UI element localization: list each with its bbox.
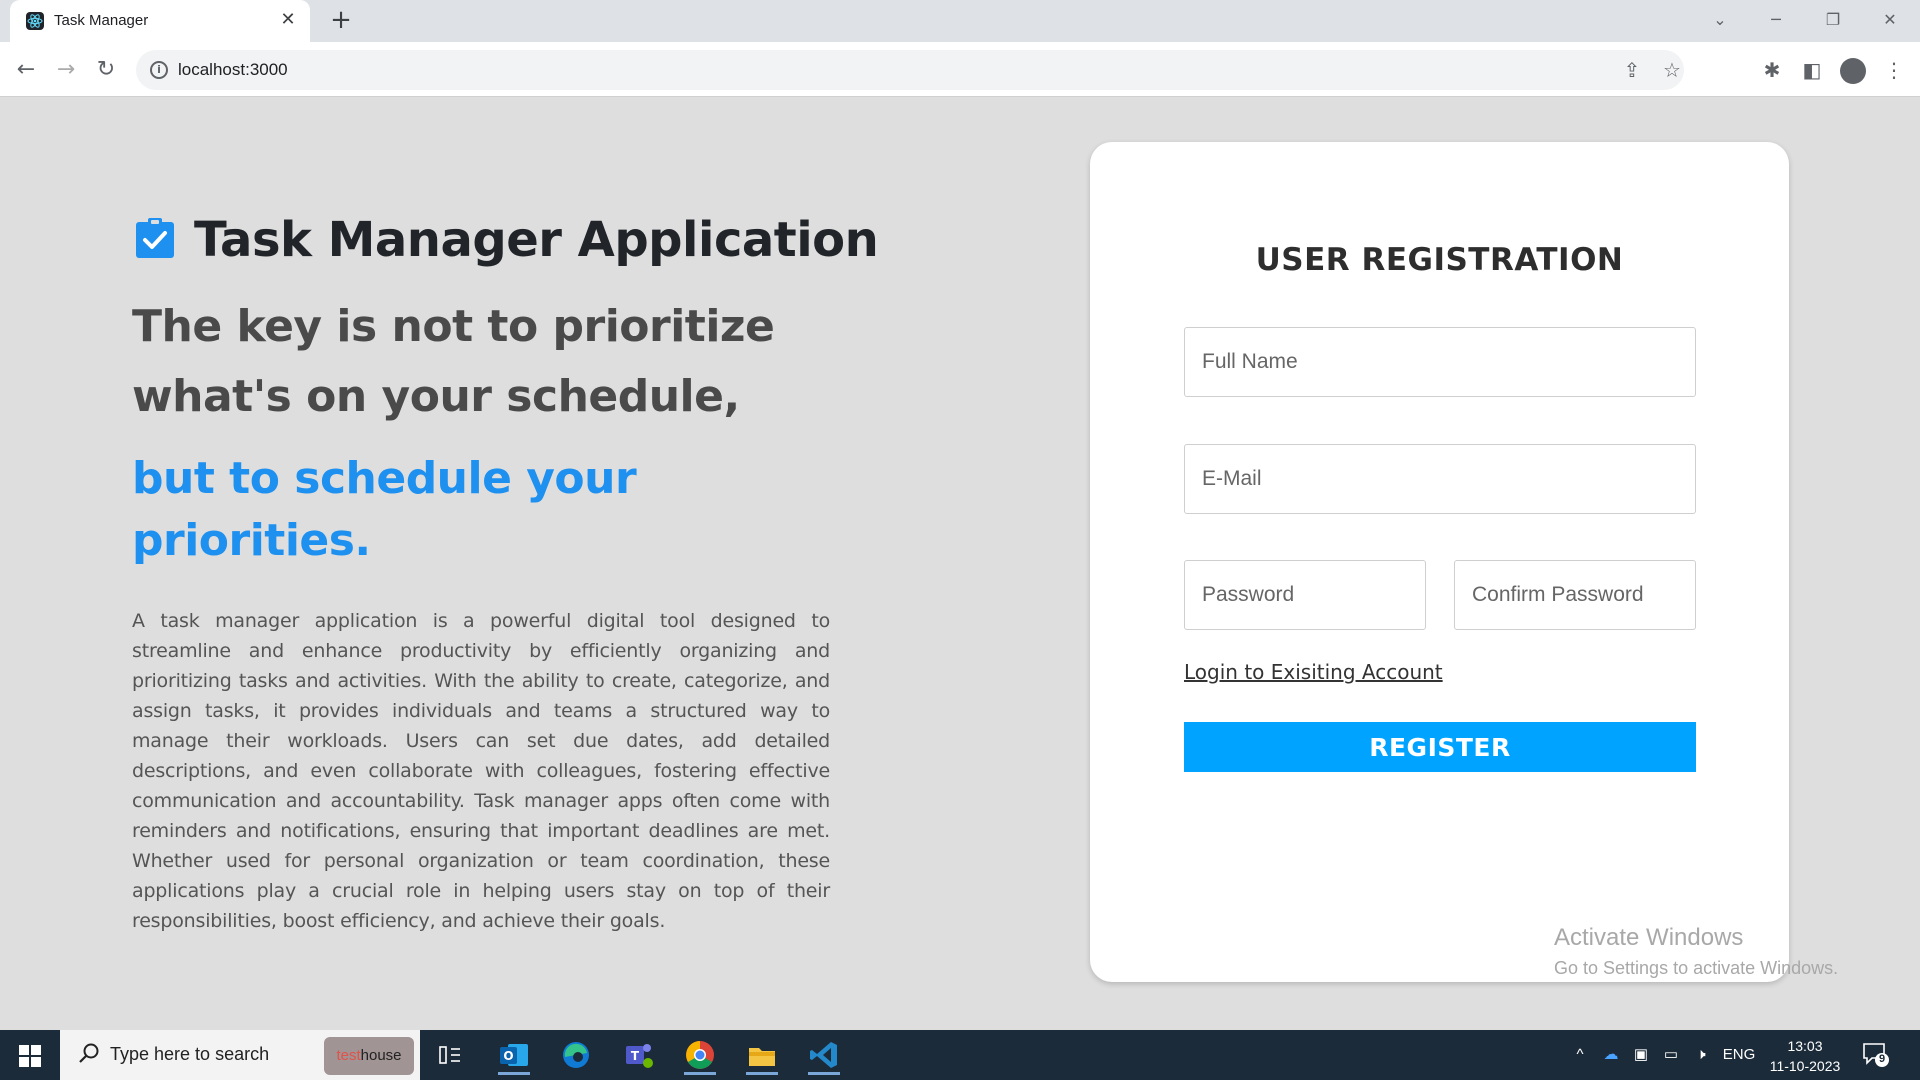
badge-text-a: test	[336, 1047, 361, 1064]
outlook-icon[interactable]: O	[494, 1035, 534, 1075]
notification-count: 9	[1878, 1053, 1886, 1065]
browser-toolbar: ← → ↻ i localhost:3000 ⇪ ☆ ✱ ◧ ⋮	[0, 42, 1920, 97]
browser-tab-bar: Task Manager ✕ + ⌄ ─ ❐ ✕	[0, 0, 1920, 42]
explorer-active-indicator	[746, 1072, 778, 1075]
browser-tab[interactable]: Task Manager ✕	[10, 0, 310, 42]
quote-line-1: The key is not to prioritize what's on y…	[132, 301, 775, 422]
app-title: Task Manager Application	[194, 212, 879, 268]
app-title-row: Task Manager Application	[132, 204, 879, 274]
extensions-puzzle-icon[interactable]: ✱	[1756, 54, 1788, 86]
url-text[interactable]: localhost:3000	[178, 60, 288, 80]
clipboard-check-icon	[136, 218, 174, 258]
app-description: A task manager application is a powerful…	[132, 610, 830, 932]
display-icon[interactable]: ▣	[1628, 1030, 1654, 1080]
bookmark-star-icon[interactable]: ☆	[1658, 56, 1686, 84]
vscode-icon[interactable]	[804, 1035, 844, 1075]
address-bar[interactable]: i localhost:3000 ⇪ ☆	[136, 50, 1684, 90]
password-input[interactable]	[1184, 560, 1426, 630]
full-name-input[interactable]	[1184, 327, 1696, 397]
chrome-icon[interactable]	[680, 1035, 720, 1075]
activate-windows-subtitle: Go to Settings to activate Windows.	[1554, 958, 1839, 978]
registration-title: USER REGISTRATION	[1255, 242, 1624, 278]
chrome-active-indicator	[684, 1072, 716, 1075]
task-view-icon[interactable]	[430, 1035, 470, 1075]
badge-text-b: house	[360, 1047, 402, 1064]
forward-arrow-icon[interactable]: →	[50, 54, 82, 86]
page-body: Task Manager Application The key is not …	[0, 98, 1920, 1030]
notification-center-icon[interactable]: 9	[1862, 1042, 1890, 1068]
teams-icon[interactable]: T	[618, 1035, 658, 1075]
onedrive-cloud-icon[interactable]: ☁	[1598, 1030, 1624, 1080]
register-button[interactable]: REGISTER	[1184, 722, 1696, 772]
volume-muted-icon[interactable]: 🕨	[1688, 1030, 1714, 1080]
svg-text:T: T	[631, 1049, 640, 1063]
quote-line-2: but to schedule your priorities.	[132, 453, 637, 566]
restore-icon[interactable]: ❐	[1813, 6, 1853, 34]
react-favicon-icon	[26, 12, 44, 30]
outlook-active-indicator	[498, 1072, 530, 1075]
windows-taskbar: Type here to search testhouse O T ^ ☁ ▣ …	[0, 1030, 1920, 1080]
intro-section: Task Manager Application The key is not …	[132, 204, 879, 936]
search-icon	[79, 1043, 99, 1063]
clock-time: 13:03	[1787, 1038, 1823, 1054]
search-highlight-badge[interactable]: testhouse	[324, 1037, 414, 1075]
back-arrow-icon[interactable]: ←	[10, 54, 42, 86]
share-icon[interactable]: ⇪	[1618, 56, 1646, 84]
language-indicator[interactable]: ENG	[1722, 1030, 1756, 1080]
close-window-icon[interactable]: ✕	[1870, 6, 1910, 34]
menu-kebab-icon[interactable]: ⋮	[1878, 54, 1910, 86]
side-panel-icon[interactable]: ◧	[1796, 54, 1828, 86]
reload-icon[interactable]: ↻	[90, 54, 122, 86]
clock-date: 11-10-2023	[1769, 1058, 1841, 1074]
vscode-active-indicator	[808, 1072, 840, 1075]
tab-title: Task Manager	[54, 12, 149, 29]
confirm-password-input[interactable]	[1454, 560, 1696, 630]
search-placeholder: Type here to search	[110, 1044, 270, 1064]
battery-icon[interactable]: ▭	[1658, 1030, 1684, 1080]
activate-windows-title: Activate Windows	[1554, 924, 1744, 951]
file-explorer-icon[interactable]	[742, 1035, 782, 1075]
taskbar-clock[interactable]: 13:03 11-10-2023	[1760, 1036, 1850, 1076]
login-existing-account-link[interactable]: Login to Exisiting Account	[1184, 660, 1443, 684]
site-info-icon[interactable]: i	[150, 61, 168, 79]
svg-text:O: O	[503, 1049, 513, 1063]
tab-search-chevron-icon[interactable]: ⌄	[1700, 6, 1740, 34]
windows-start-icon[interactable]	[0, 1030, 60, 1080]
registration-card: USER REGISTRATION Login to Exisiting Acc…	[1090, 142, 1789, 982]
email-input[interactable]	[1184, 444, 1696, 514]
profile-avatar[interactable]	[1840, 58, 1866, 84]
minimize-icon[interactable]: ─	[1756, 6, 1796, 34]
taskbar-search[interactable]: Type here to search testhouse	[60, 1030, 420, 1080]
new-tab-plus-icon[interactable]: +	[326, 6, 356, 36]
tray-chevron-up-icon[interactable]: ^	[1568, 1030, 1592, 1080]
edge-icon[interactable]	[556, 1035, 596, 1075]
tab-close-icon[interactable]: ✕	[276, 8, 300, 32]
